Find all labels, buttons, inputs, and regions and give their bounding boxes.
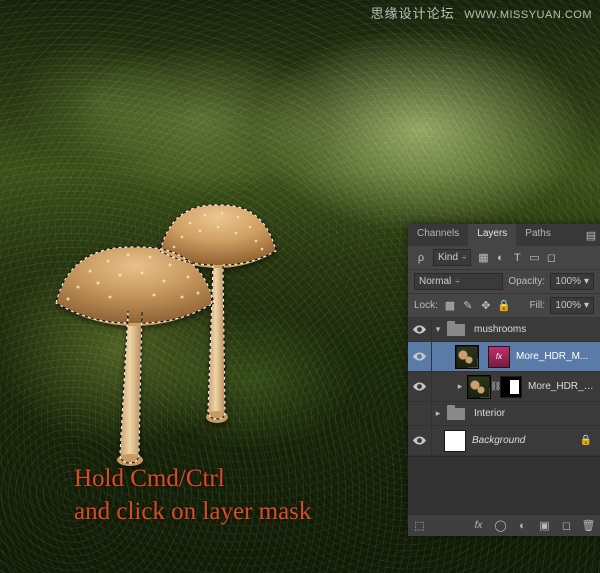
watermark-cn: 思缘设计论坛 — [371, 6, 455, 21]
instruction-line1: Hold Cmd/Ctrl — [74, 462, 311, 495]
opacity-label: Opacity: — [508, 276, 545, 287]
layer-mask-thumb[interactable] — [500, 376, 522, 398]
visibility-toggle[interactable] — [408, 372, 432, 401]
panel-menu-icon[interactable]: ▤ — [582, 224, 600, 246]
opacity-value: 100% — [555, 276, 581, 287]
layer-hdr-1[interactable]: More_HDR_M... — [408, 342, 600, 372]
panel-footer: ⬚ fx ◯ ◐ ▣ ◻ 🗑 — [408, 514, 600, 536]
folder-icon — [447, 408, 465, 420]
opacity-input[interactable]: 100%▾ — [550, 273, 594, 290]
layer-hdr-2[interactable]: ▸ ⛓ More_HDR_M... — [408, 372, 600, 402]
chevron-down-icon: ÷ — [462, 253, 466, 262]
layer-thumb[interactable] — [444, 430, 466, 452]
lock-icon[interactable]: 🔒 — [576, 435, 596, 446]
fx-icon[interactable]: fx — [472, 519, 485, 533]
expand-icon[interactable]: ▸ — [432, 408, 444, 419]
tab-paths[interactable]: Paths — [516, 224, 560, 246]
new-layer-icon[interactable]: ◻ — [560, 519, 573, 533]
filter-adjust-icon[interactable]: ◐ — [493, 251, 507, 265]
lock-row: Lock: ▩ ✎ ✥ 🔒 Fill: 100%▾ — [408, 294, 600, 318]
chevron-down-icon: ▾ — [584, 276, 589, 287]
new-group-icon[interactable]: ▣ — [538, 519, 551, 533]
filter-shape-icon[interactable]: ▭ — [527, 251, 541, 265]
filter-pixel-icon[interactable]: ▦ — [476, 251, 490, 265]
filter-smart-icon[interactable]: ◻ — [544, 251, 558, 265]
tab-layers[interactable]: Layers — [468, 224, 516, 246]
blend-mode-label: Normal — [419, 276, 451, 287]
blend-mode-select[interactable]: Normal ÷ — [414, 273, 503, 290]
tree-empty-area — [408, 456, 600, 514]
link-layers-icon[interactable]: ⬚ — [413, 519, 426, 533]
visibility-toggle[interactable] — [408, 318, 432, 341]
instruction-line2: and click on layer mask — [74, 495, 311, 528]
blend-row: Normal ÷ Opacity: 100%▾ — [408, 270, 600, 294]
adjustment-icon[interactable]: ◐ — [516, 519, 529, 533]
fill-value: 100% — [555, 300, 581, 311]
chevron-down-icon: ▾ — [584, 300, 589, 311]
expand-icon[interactable]: ▸ — [454, 381, 466, 392]
visibility-toggle[interactable] — [408, 402, 432, 425]
folder-icon — [447, 324, 465, 336]
mask-link-icon[interactable]: ⛓ — [490, 381, 498, 392]
filter-icons: ▦ ◐ T ▭ ◻ — [476, 251, 558, 265]
instruction-text: Hold Cmd/Ctrl and click on layer mask — [74, 462, 311, 528]
layer-thumb[interactable] — [468, 376, 490, 398]
group-name: mushrooms — [474, 324, 596, 335]
layers-panel: Channels Layers Paths ▤ ρ Kind ÷ ▦ ◐ T ▭ … — [408, 224, 600, 536]
group-name: Interior — [474, 408, 596, 419]
expand-icon[interactable]: ▾ — [432, 324, 444, 335]
tab-channels[interactable]: Channels — [408, 224, 468, 246]
filter-mask-thumb[interactable] — [488, 346, 510, 368]
layer-tree: ▾ mushrooms More_HDR_M... ▸ ⛓ More_HDR_M… — [408, 318, 600, 514]
layer-name: More_HDR_M... — [516, 351, 596, 362]
layer-name: More_HDR_M... — [528, 381, 596, 392]
filter-type-t-icon[interactable]: T — [510, 251, 524, 265]
watermark: 思缘设计论坛 WWW.MISSYUAN.COM — [371, 3, 592, 22]
lock-transparent-icon[interactable]: ▩ — [443, 299, 457, 313]
panel-tabs: Channels Layers Paths ▤ — [408, 224, 600, 246]
layer-name: Background — [472, 435, 576, 446]
mushroom-selection — [50, 205, 280, 465]
visibility-toggle[interactable] — [408, 342, 432, 371]
group-mushrooms[interactable]: ▾ mushrooms — [408, 318, 600, 342]
filter-kind-select[interactable]: Kind ÷ — [433, 249, 471, 266]
group-interior[interactable]: ▸ Interior — [408, 402, 600, 426]
delete-icon[interactable]: 🗑 — [582, 519, 595, 533]
fill-input[interactable]: 100%▾ — [550, 297, 594, 314]
chevron-down-icon: ÷ — [455, 277, 459, 286]
filter-row: ρ Kind ÷ ▦ ◐ T ▭ ◻ — [408, 246, 600, 270]
filter-kind-label: Kind — [438, 252, 458, 263]
layer-background[interactable]: Background 🔒 — [408, 426, 600, 456]
lock-position-icon[interactable]: ✥ — [479, 299, 493, 313]
lock-all-icon[interactable]: 🔒 — [497, 299, 511, 313]
lock-label: Lock: — [414, 300, 438, 311]
fill-label: Fill: — [529, 300, 545, 311]
mask-icon[interactable]: ◯ — [494, 519, 507, 533]
watermark-url: WWW.MISSYUAN.COM — [464, 9, 592, 21]
filter-type-icon[interactable]: ρ — [414, 251, 428, 265]
layer-thumb[interactable] — [456, 346, 478, 368]
lock-paint-icon[interactable]: ✎ — [461, 299, 475, 313]
visibility-toggle[interactable] — [408, 426, 432, 455]
